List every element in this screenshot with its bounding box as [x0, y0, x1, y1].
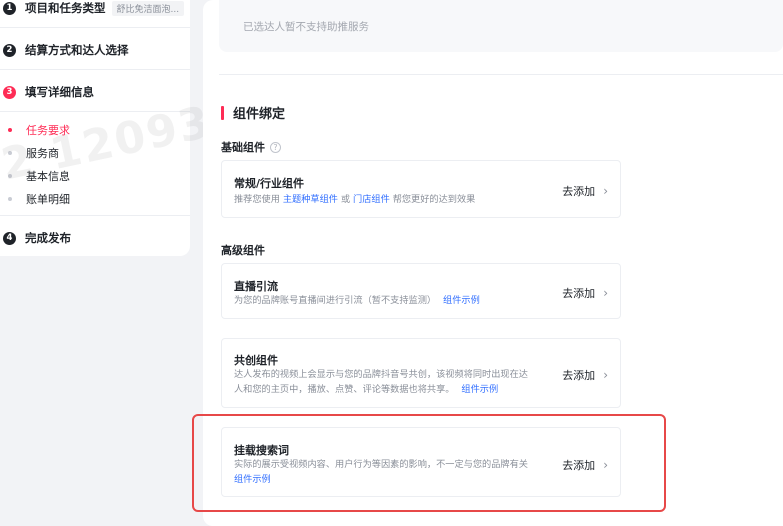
desc-line: 人和您的主页中，播放、点赞、评论等数据也将共享。 组件示例 [234, 382, 544, 397]
step-tag: 舒比免洁面泡... [111, 0, 185, 16]
component-example-link[interactable]: 组件示例 [234, 472, 554, 487]
step-label: 项目和任务类型 [25, 1, 106, 15]
bullet-dot [8, 174, 12, 178]
substep-label: 账单明细 [26, 193, 70, 206]
bullet-dot [8, 128, 12, 132]
substep-label: 基本信息 [26, 170, 70, 183]
substep-label: 任务要求 [26, 124, 70, 137]
card-description: 推荐您使用 主题种草组件 或 门店组件 帮您更好的达到效果 [234, 192, 475, 207]
store-component-link[interactable]: 门店组件 [353, 194, 390, 205]
substep-service-provider[interactable]: 服务商 [8, 145, 59, 161]
add-general-button[interactable]: 去添加 › [562, 183, 608, 199]
group-title-text: 高级组件 [221, 244, 265, 257]
divider [0, 215, 190, 216]
boost-notice: 已选达人暂不支持助推服务 [219, 0, 783, 52]
desc-text: 推荐您使用 [234, 194, 280, 205]
chevron-right-icon: › [603, 458, 608, 472]
card-cocreate: 共创组件 达人发布的视频上会显示与您的品牌抖音号共创，该视频将同时出现在达 人和… [221, 338, 621, 408]
card-live-traffic: 直播引流 为您的品牌账号直播间进行引流（暂不支持监测） 组件示例 去添加 › [221, 263, 621, 319]
component-example-link[interactable]: 组件示例 [443, 295, 480, 306]
add-search-button[interactable]: 去添加 › [562, 457, 608, 473]
substep-label: 服务商 [26, 147, 59, 160]
card-title: 挂载搜索词 [234, 444, 289, 457]
card-title: 共创组件 [234, 354, 278, 367]
step-number: 4 [3, 231, 16, 245]
divider [219, 74, 783, 75]
chevron-right-icon: › [603, 368, 608, 382]
main-panel: 已选达人暂不支持助推服务 组件绑定 基础组件 ? 常规/行业组件 推荐您使用 主… [203, 0, 783, 526]
add-label: 去添加 [562, 369, 596, 382]
desc-text: 实际的展示受视频内容、用户行为等因素的影响，不一定与您的品牌有关 [234, 459, 528, 470]
section-accent-bar [221, 105, 224, 120]
desc-text: 帮您更好的达到效果 [392, 194, 476, 205]
card-description: 为您的品牌账号直播间进行引流（暂不支持监测） 组件示例 [234, 293, 480, 308]
step-1[interactable]: 1 项目和任务类型 舒比免洁面泡... [0, 0, 190, 16]
divider [0, 69, 190, 70]
desc-text: 为您的品牌账号直播间进行引流（暂不支持监测） [234, 295, 437, 306]
add-live-button[interactable]: 去添加 › [562, 285, 608, 301]
desc-text: 或 [340, 194, 351, 205]
step-label: 完成发布 [25, 231, 71, 245]
card-search-keywords: 挂载搜索词 实际的展示受视频内容、用户行为等因素的影响，不一定与您的品牌有关 组… [221, 427, 621, 497]
chevron-right-icon: › [603, 286, 608, 300]
step-label: 填写详细信息 [25, 85, 94, 99]
question-circle-icon[interactable]: ? [270, 141, 281, 153]
card-general-components: 常规/行业组件 推荐您使用 主题种草组件 或 门店组件 帮您更好的达到效果 去添… [221, 160, 621, 218]
step-number: 1 [3, 1, 16, 15]
substep-bill-details[interactable]: 账单明细 [8, 191, 70, 207]
add-label: 去添加 [562, 459, 596, 472]
desc-text: 人和您的主页中，播放、点赞、评论等数据也将共享。 [234, 384, 455, 395]
add-label: 去添加 [562, 185, 596, 198]
divider [0, 27, 190, 28]
card-description: 实际的展示受视频内容、用户行为等因素的影响，不一定与您的品牌有关 组件示例 [234, 457, 554, 487]
divider [0, 111, 190, 112]
step-label: 结算方式和达人选择 [25, 43, 129, 57]
card-description: 达人发布的视频上会显示与您的品牌抖音号共创，该视频将同时出现在达 人和您的主页中… [234, 367, 544, 397]
bullet-dot [8, 197, 12, 201]
sidebar: 1 项目和任务类型 舒比免洁面泡... 2 结算方式和达人选择 3 填写详细信息… [0, 0, 216, 256]
bullet-dot [8, 151, 12, 155]
add-cocreate-button[interactable]: 去添加 › [562, 367, 608, 383]
advanced-components-title: 高级组件 [221, 242, 265, 258]
chevron-right-icon: › [603, 184, 608, 198]
desc-line: 达人发布的视频上会显示与您的品牌抖音号共创，该视频将同时出现在达 [234, 369, 528, 380]
step-4[interactable]: 4 完成发布 [0, 230, 190, 246]
section-title: 组件绑定 [221, 103, 285, 122]
section-title-text: 组件绑定 [233, 107, 286, 122]
card-title: 常规/行业组件 [234, 177, 305, 190]
step-number: 3 [3, 85, 16, 99]
step-number: 2 [3, 43, 16, 57]
substep-task-requirements[interactable]: 任务要求 [8, 122, 70, 138]
step-2[interactable]: 2 结算方式和达人选择 [0, 42, 190, 58]
group-title-text: 基础组件 [221, 141, 265, 154]
add-label: 去添加 [562, 287, 596, 300]
basic-components-title: 基础组件 ? [221, 139, 281, 155]
substep-basic-info[interactable]: 基本信息 [8, 168, 70, 184]
step-3[interactable]: 3 填写详细信息 [0, 84, 190, 100]
theme-seeding-component-link[interactable]: 主题种草组件 [283, 194, 338, 205]
component-example-link[interactable]: 组件示例 [461, 384, 498, 395]
card-title: 直播引流 [234, 280, 278, 293]
